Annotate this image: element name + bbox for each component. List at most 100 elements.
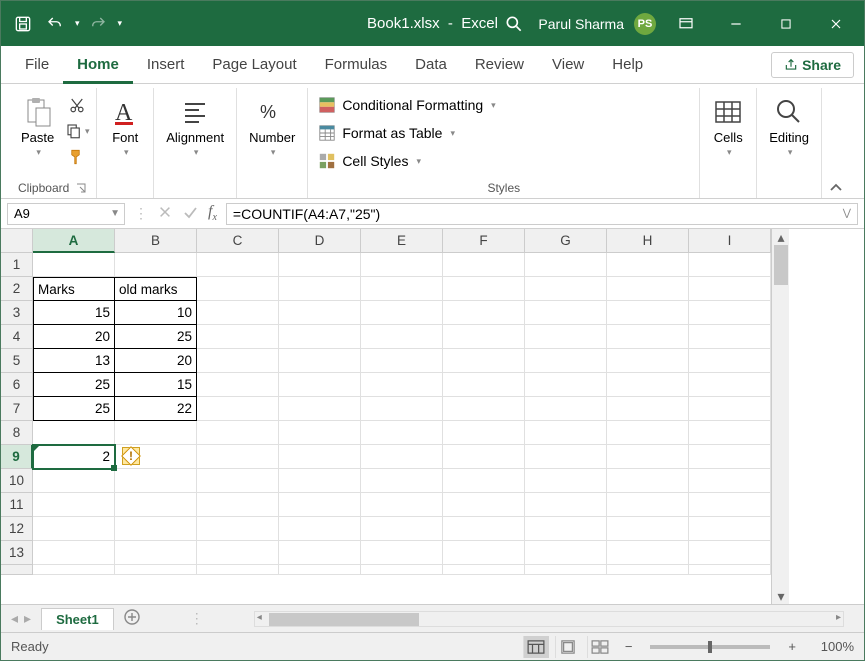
insert-function-button[interactable]: fx [208,203,217,223]
cell[interactable] [197,253,279,277]
cell[interactable] [115,565,197,575]
cell[interactable] [443,277,525,301]
cell[interactable]: 15 [33,301,115,325]
cell[interactable] [443,445,525,469]
spreadsheet-grid[interactable]: ABCDEFGHI12Marksold marks315104202551320… [1,229,864,604]
cell[interactable] [443,349,525,373]
expand-formula-bar-icon[interactable]: ⋁ [843,208,851,219]
cell[interactable] [279,349,361,373]
tab-prev-icon[interactable]: ◂ [11,610,18,627]
cell[interactable] [689,253,771,277]
cell[interactable] [33,541,115,565]
cell[interactable]: 25 [33,373,115,397]
column-header[interactable]: B [115,229,197,253]
formula-input[interactable]: =COUNTIF(A4:A7,"25") ⋁ [226,203,858,225]
cell[interactable] [689,517,771,541]
cell[interactable] [361,565,443,575]
cell[interactable] [115,493,197,517]
cell[interactable]: 20 [33,325,115,349]
row-header[interactable]: 2 [1,277,33,301]
copy-button[interactable]: ▾ [64,118,90,144]
conditional-formatting-button[interactable]: Conditional Formatting▾ [314,92,499,118]
cell[interactable]: 13 [33,349,115,373]
cell[interactable] [115,541,197,565]
row-header[interactable]: 8 [1,421,33,445]
cell[interactable] [361,325,443,349]
cell[interactable] [33,253,115,277]
cell[interactable] [361,469,443,493]
page-layout-view-button[interactable] [555,636,581,658]
format-as-table-button[interactable]: Format as Table▾ [314,120,459,146]
namebox-dropdown-icon[interactable]: ▼ [110,208,120,219]
cell[interactable] [279,469,361,493]
cell[interactable] [607,421,689,445]
cell-styles-button[interactable]: Cell Styles▾ [314,148,425,174]
cell[interactable] [197,397,279,421]
tab-page-layout[interactable]: Page Layout [198,46,310,84]
normal-view-button[interactable] [523,636,549,658]
cell[interactable] [443,565,525,575]
cell[interactable] [279,493,361,517]
editing-button[interactable]: Editing▾ [763,92,815,162]
cell[interactable] [525,421,607,445]
undo-button[interactable] [41,10,69,38]
cell[interactable]: 25 [115,325,197,349]
cell[interactable] [279,421,361,445]
cell[interactable] [689,397,771,421]
cell[interactable]: 20 [115,349,197,373]
font-button[interactable]: A Font▾ [103,92,147,162]
tab-next-icon[interactable]: ▸ [24,610,31,627]
ribbon-display-icon[interactable] [666,9,706,39]
cell[interactable] [689,277,771,301]
cut-button[interactable] [64,92,90,118]
collapse-ribbon-button[interactable] [822,88,856,198]
cell[interactable] [197,421,279,445]
cell[interactable] [525,517,607,541]
cell[interactable] [33,517,115,541]
cell[interactable] [361,349,443,373]
cell[interactable] [361,445,443,469]
minimize-button[interactable] [716,9,756,39]
cell[interactable] [525,445,607,469]
cell[interactable] [607,469,689,493]
tab-insert[interactable]: Insert [133,46,199,84]
cell[interactable] [279,517,361,541]
zoom-in-button[interactable]: + [782,639,802,654]
cell[interactable]: old marks [115,277,197,301]
cell[interactable] [279,397,361,421]
cell[interactable] [197,565,279,575]
maximize-button[interactable] [766,9,806,39]
scroll-down-icon[interactable]: ▾ [774,589,788,603]
undo-dropdown-icon[interactable]: ▾ [75,18,80,29]
cell[interactable] [689,301,771,325]
cell[interactable] [279,541,361,565]
cell[interactable] [443,325,525,349]
share-button[interactable]: Share [771,52,854,78]
cell[interactable] [525,397,607,421]
cell[interactable] [361,253,443,277]
cell[interactable] [361,493,443,517]
cell[interactable] [607,325,689,349]
cell[interactable] [689,565,771,575]
row-header[interactable] [1,565,33,575]
name-box[interactable]: A9 ▼ [7,203,125,225]
cell[interactable] [443,541,525,565]
cell[interactable] [443,421,525,445]
tab-home[interactable]: Home [63,46,133,84]
tab-file[interactable]: File [11,46,63,84]
cell[interactable]: 10 [115,301,197,325]
column-header[interactable]: I [689,229,771,253]
cell[interactable] [279,253,361,277]
cell[interactable] [197,373,279,397]
cell[interactable] [689,349,771,373]
hscroll-thumb[interactable] [269,613,419,626]
cell[interactable] [115,421,197,445]
cell[interactable] [197,325,279,349]
cell[interactable] [607,493,689,517]
paste-button[interactable]: Paste ▾ [15,92,60,162]
search-icon[interactable] [500,10,528,38]
vscroll-thumb[interactable] [774,245,788,285]
row-header[interactable]: 4 [1,325,33,349]
cell[interactable] [361,421,443,445]
cell[interactable] [607,565,689,575]
